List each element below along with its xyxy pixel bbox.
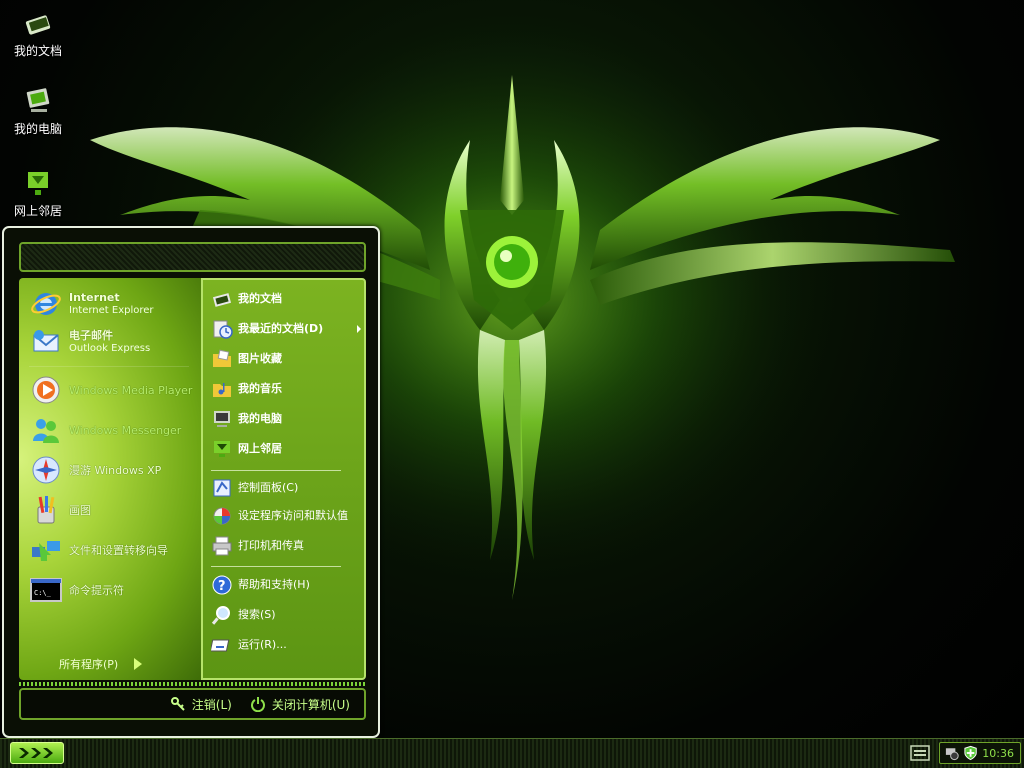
my-computer-icon — [214, 411, 230, 427]
power-icon — [250, 697, 265, 712]
logoff-button[interactable]: 注销(L) — [170, 696, 232, 713]
recent-program-media-player[interactable]: Windows Media Player — [29, 372, 201, 408]
place-network-places[interactable]: 网上邻居 — [211, 438, 361, 460]
system-control-panel[interactable]: 控制面板(C) — [211, 477, 361, 499]
start-menu: Internet Internet Explorer 电子邮件 Outlook … — [2, 226, 380, 738]
messenger-icon — [33, 419, 59, 443]
system-printers-faxes[interactable]: 打印机和传真 — [211, 535, 361, 557]
pinned-internet-explorer[interactable]: Internet Internet Explorer — [29, 286, 201, 322]
printer-icon — [212, 536, 232, 556]
place-my-documents[interactable]: 我的文档 — [211, 288, 361, 310]
chevron-right-icon — [19, 748, 53, 758]
place-my-music[interactable]: 我的音乐 — [211, 378, 361, 400]
recent-program-command-prompt[interactable]: C:\_ 命令提示符 — [29, 572, 201, 608]
network-places-icon — [214, 441, 230, 457]
network-places-icon — [28, 172, 48, 195]
recent-program-transfer-wizard[interactable]: 文件和设置转移向导 — [29, 532, 201, 568]
desktop-icon-my-documents[interactable]: 我的文档 — [4, 6, 72, 59]
start-menu-programs-pane: Internet Internet Explorer 电子邮件 Outlook … — [19, 278, 201, 680]
pinned-separator — [29, 366, 189, 367]
system-separator — [211, 566, 341, 567]
my-documents-icon — [25, 15, 51, 35]
my-pictures-icon — [213, 349, 231, 367]
program-access-icon — [213, 507, 231, 525]
help-and-support[interactable]: ? 帮助和支持(H) — [211, 574, 361, 596]
shutdown-label: 关闭计算机(U) — [271, 697, 350, 712]
key-icon — [170, 697, 185, 711]
search-icon — [211, 606, 230, 625]
recent-program-paint[interactable]: 画图 — [29, 492, 201, 528]
command-prompt-icon: C:\_ — [30, 578, 62, 602]
desktop-icon-network-places[interactable]: 网上邻居 — [4, 166, 72, 219]
network-status-icon[interactable] — [944, 745, 959, 761]
shutdown-button[interactable]: 关闭计算机(U) — [250, 696, 350, 713]
place-recent-documents[interactable]: 我最近的文档(D) — [211, 318, 361, 340]
start-button[interactable] — [10, 742, 64, 764]
submenu-arrow-icon — [357, 325, 361, 333]
start-menu-footer: 注销(L) 关闭计算机(U) — [19, 688, 366, 720]
taskbar: 10:36 — [0, 738, 1024, 768]
start-menu-user-header — [19, 242, 366, 272]
recent-program-tour-xp[interactable]: 漫游 Windows XP — [29, 452, 201, 488]
system-program-access[interactable]: 设定程序访问和默认值 — [211, 505, 361, 527]
arrow-right-icon — [134, 658, 143, 670]
search[interactable]: 搜索(S) — [211, 604, 361, 626]
tour-xp-icon — [32, 456, 60, 484]
control-panel-icon — [213, 479, 231, 497]
place-my-pictures[interactable]: 图片收藏 — [211, 348, 361, 370]
clock[interactable]: 10:36 — [982, 747, 1014, 760]
all-programs-label: 所有程序(P) — [59, 658, 119, 671]
my-music-icon — [213, 383, 231, 397]
internet-explorer-icon — [31, 293, 61, 315]
paint-icon — [37, 496, 55, 524]
place-my-computer[interactable]: 我的电脑 — [211, 408, 361, 430]
run[interactable]: 运行(R)... — [211, 634, 361, 656]
recent-program-messenger[interactable]: Windows Messenger — [29, 412, 201, 448]
svg-text:?: ? — [218, 579, 226, 594]
logoff-label: 注销(L) — [191, 697, 232, 712]
places-separator — [211, 470, 341, 471]
all-programs-button[interactable]: 所有程序(P) — [59, 656, 143, 672]
security-shield-icon[interactable] — [963, 745, 978, 761]
desktop-icon-my-computer[interactable]: 我的电脑 — [4, 84, 72, 137]
media-player-icon — [32, 376, 60, 404]
start-menu-places-pane: 我的文档 我最近的文档(D) 图片收藏 我的音乐 我的电脑 网上邻居 控制面板(… — [201, 278, 366, 680]
run-icon — [211, 639, 230, 652]
pinned-outlook-express[interactable]: 电子邮件 Outlook Express — [29, 324, 201, 360]
my-documents-icon — [212, 293, 232, 307]
transfer-wizard-icon — [32, 541, 60, 561]
start-menu-footer-divider — [19, 682, 366, 686]
my-computer-icon — [26, 88, 50, 112]
recent-documents-icon — [213, 320, 233, 339]
system-tray: 10:36 — [939, 742, 1021, 764]
help-icon: ? — [212, 575, 232, 595]
svg-text:C:\_: C:\_ — [34, 589, 52, 597]
keyboard-icon[interactable] — [910, 744, 930, 762]
outlook-express-icon — [33, 330, 59, 352]
